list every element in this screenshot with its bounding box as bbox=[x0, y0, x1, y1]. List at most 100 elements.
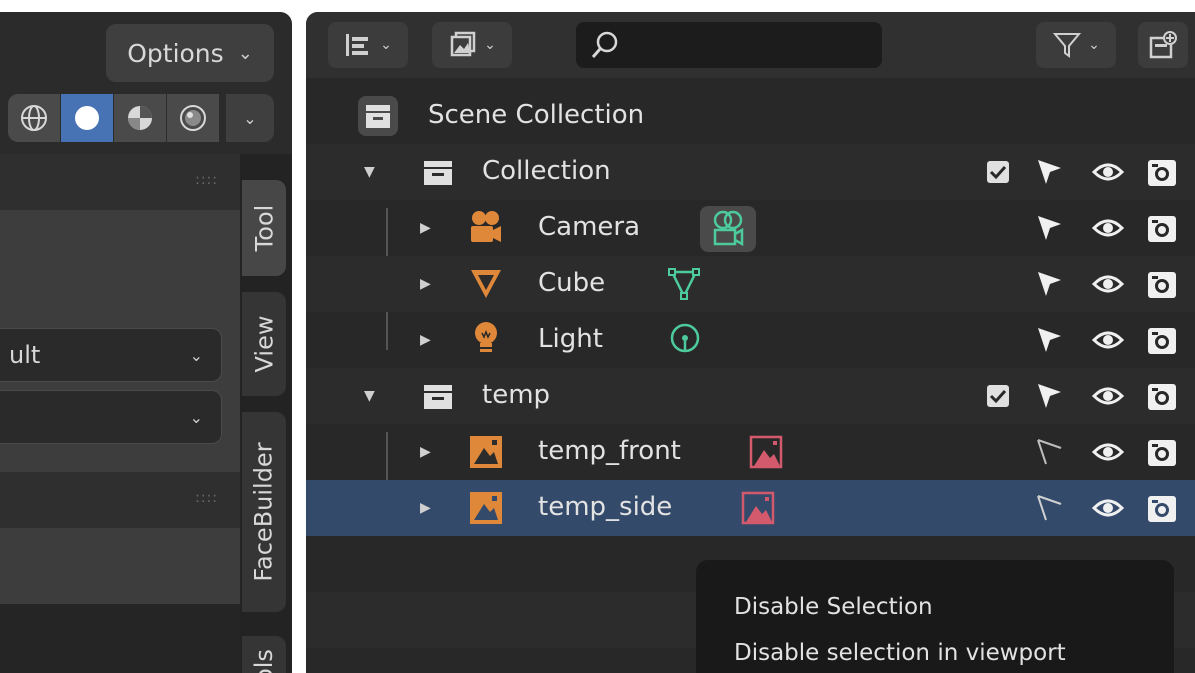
expand-toggle-icon[interactable]: ▼ bbox=[364, 388, 375, 404]
expand-toggle-icon[interactable]: ▶ bbox=[420, 220, 431, 236]
selectable-arrow-icon[interactable] bbox=[1034, 268, 1064, 300]
tree-row-temp[interactable]: ▼ temp bbox=[306, 368, 1195, 424]
tooltip: Disable Selection Disable selection in v… bbox=[696, 560, 1174, 673]
camera-render-icon[interactable] bbox=[1146, 380, 1178, 412]
mesh-data-icon[interactable] bbox=[666, 266, 702, 302]
panel-header-2[interactable]: :::: bbox=[0, 472, 240, 528]
tree-row-label: Light bbox=[538, 324, 603, 354]
filter-dropdown[interactable]: ⌄ bbox=[1036, 22, 1116, 68]
tree-row-temp-front[interactable]: ▶ temp_front bbox=[306, 424, 1195, 480]
material-preview-button[interactable] bbox=[114, 94, 167, 142]
camera-render-icon[interactable] bbox=[1146, 268, 1178, 300]
tree-row-label: Cube bbox=[538, 268, 606, 298]
new-collection-icon bbox=[1149, 31, 1177, 59]
display-mode-dropdown[interactable]: ⌄ bbox=[432, 22, 512, 68]
camera-data-button[interactable] bbox=[700, 206, 756, 252]
image-data-icon[interactable] bbox=[740, 490, 776, 526]
expand-toggle-icon[interactable]: ▶ bbox=[420, 444, 431, 460]
view-layer-icon bbox=[450, 31, 476, 57]
tree-row-label: Collection bbox=[482, 156, 611, 186]
camera-render-icon[interactable] bbox=[1146, 436, 1178, 468]
solid-sphere-icon bbox=[75, 106, 99, 130]
chevron-down-icon: ⌄ bbox=[484, 37, 496, 53]
drag-grip-icon[interactable]: :::: bbox=[195, 172, 218, 188]
properties-sidebar: Options ⌄ ⌄ :::: ult ⌄ ⌄:::: Tool View … bbox=[0, 12, 292, 673]
tree-row-scene-collection[interactable]: Scene Collection bbox=[306, 88, 1195, 144]
exclude-checkbox-icon[interactable] bbox=[986, 384, 1010, 408]
tab-view[interactable]: View bbox=[242, 292, 286, 396]
tab-tools[interactable]: ols bbox=[242, 636, 286, 673]
tab-tool[interactable]: Tool bbox=[242, 180, 286, 276]
outliner-header: ⌄ ⌄ ⌄ bbox=[306, 12, 1195, 78]
camera-render-icon[interactable] bbox=[1146, 324, 1178, 356]
exclude-checkbox-icon[interactable] bbox=[986, 160, 1010, 184]
camera-render-icon[interactable] bbox=[1146, 492, 1178, 524]
filter-funnel-icon bbox=[1052, 33, 1082, 58]
tree-row-label: Camera bbox=[538, 212, 641, 242]
camera-data-icon bbox=[713, 210, 744, 247]
dropdown-field-1[interactable]: ult ⌄ bbox=[0, 328, 222, 382]
eye-icon[interactable] bbox=[1092, 156, 1124, 188]
selectable-arrow-icon[interactable] bbox=[1034, 380, 1064, 412]
scene-collection-label: Scene Collection bbox=[428, 100, 645, 130]
panel-header[interactable]: :::: bbox=[0, 154, 240, 210]
chevron-down-icon: ⌄ bbox=[243, 108, 257, 128]
tree-row-label: temp_side bbox=[538, 492, 673, 522]
light-object-icon bbox=[475, 322, 497, 352]
new-collection-button[interactable] bbox=[1138, 22, 1188, 68]
scene-collection-icon bbox=[366, 105, 390, 128]
chevron-down-icon: ⌄ bbox=[380, 37, 392, 53]
mesh-object-icon bbox=[471, 270, 501, 298]
tooltip-description: Disable selection in viewport bbox=[734, 640, 1066, 666]
tree-row-temp-side[interactable]: ▶ temp_side bbox=[306, 480, 1195, 536]
outliner-icon bbox=[346, 34, 369, 56]
expand-toggle-icon[interactable]: ▼ bbox=[364, 164, 375, 180]
sidebar-tabs: Tool View FaceBuilder ols bbox=[240, 154, 292, 673]
eye-icon[interactable] bbox=[1092, 436, 1124, 468]
collection-icon bbox=[424, 385, 452, 409]
expand-toggle-icon[interactable]: ▶ bbox=[420, 500, 431, 516]
chevron-down-icon: ⌄ bbox=[189, 407, 203, 427]
eye-icon[interactable] bbox=[1092, 268, 1124, 300]
tree-row-label: temp_front bbox=[538, 436, 681, 466]
wireframe-globe-icon bbox=[21, 105, 47, 131]
eye-icon[interactable] bbox=[1092, 324, 1124, 356]
expand-toggle-icon[interactable]: ▶ bbox=[420, 276, 431, 292]
expand-toggle-icon[interactable]: ▶ bbox=[420, 332, 431, 348]
wireframe-shading-button[interactable] bbox=[8, 94, 61, 142]
solid-shading-button[interactable] bbox=[61, 94, 114, 142]
eye-icon[interactable] bbox=[1092, 212, 1124, 244]
tree-row-light[interactable]: ▶ Light bbox=[306, 312, 1195, 368]
tree-row-cube[interactable]: ▶ Cube bbox=[306, 256, 1195, 312]
tree-row-collection[interactable]: ▼ Collection bbox=[306, 144, 1195, 200]
tab-view-label: View bbox=[250, 315, 279, 373]
editor-type-dropdown[interactable]: ⌄ bbox=[328, 22, 408, 68]
drag-grip-icon[interactable]: :::: bbox=[195, 490, 218, 506]
eye-icon[interactable] bbox=[1092, 380, 1124, 412]
tab-tools-label: ols bbox=[249, 649, 278, 673]
tab-facebuilder[interactable]: FaceBuilder bbox=[242, 412, 286, 612]
shading-options-dropdown[interactable]: ⌄ bbox=[226, 94, 274, 142]
selectable-arrow-off-icon[interactable] bbox=[1034, 492, 1064, 524]
chevron-down-icon: ⌄ bbox=[189, 345, 203, 365]
eye-icon[interactable] bbox=[1092, 492, 1124, 524]
chevron-down-icon: ⌄ bbox=[237, 42, 253, 64]
search-icon bbox=[591, 31, 618, 58]
selectable-arrow-icon[interactable] bbox=[1034, 324, 1064, 356]
dropdown-field-1-value: ult bbox=[9, 341, 41, 369]
image-data-icon[interactable] bbox=[748, 434, 784, 470]
dropdown-field-2[interactable]: ⌄ bbox=[0, 390, 222, 444]
rendered-shading-button[interactable] bbox=[167, 94, 220, 142]
light-data-icon[interactable] bbox=[668, 322, 702, 358]
search-input[interactable] bbox=[576, 22, 882, 68]
camera-render-icon[interactable] bbox=[1146, 212, 1178, 244]
options-dropdown[interactable]: Options ⌄ bbox=[106, 24, 274, 82]
chevron-down-icon: ⌄ bbox=[1088, 37, 1100, 53]
tree-row-camera[interactable]: ▶ Camera bbox=[306, 200, 1195, 256]
collection-icon bbox=[424, 161, 452, 185]
selectable-arrow-icon[interactable] bbox=[1034, 212, 1064, 244]
selectable-arrow-icon[interactable] bbox=[1034, 156, 1064, 188]
selectable-arrow-off-icon[interactable] bbox=[1034, 436, 1064, 468]
options-label: Options bbox=[127, 38, 224, 68]
camera-render-icon[interactable] bbox=[1146, 156, 1178, 188]
